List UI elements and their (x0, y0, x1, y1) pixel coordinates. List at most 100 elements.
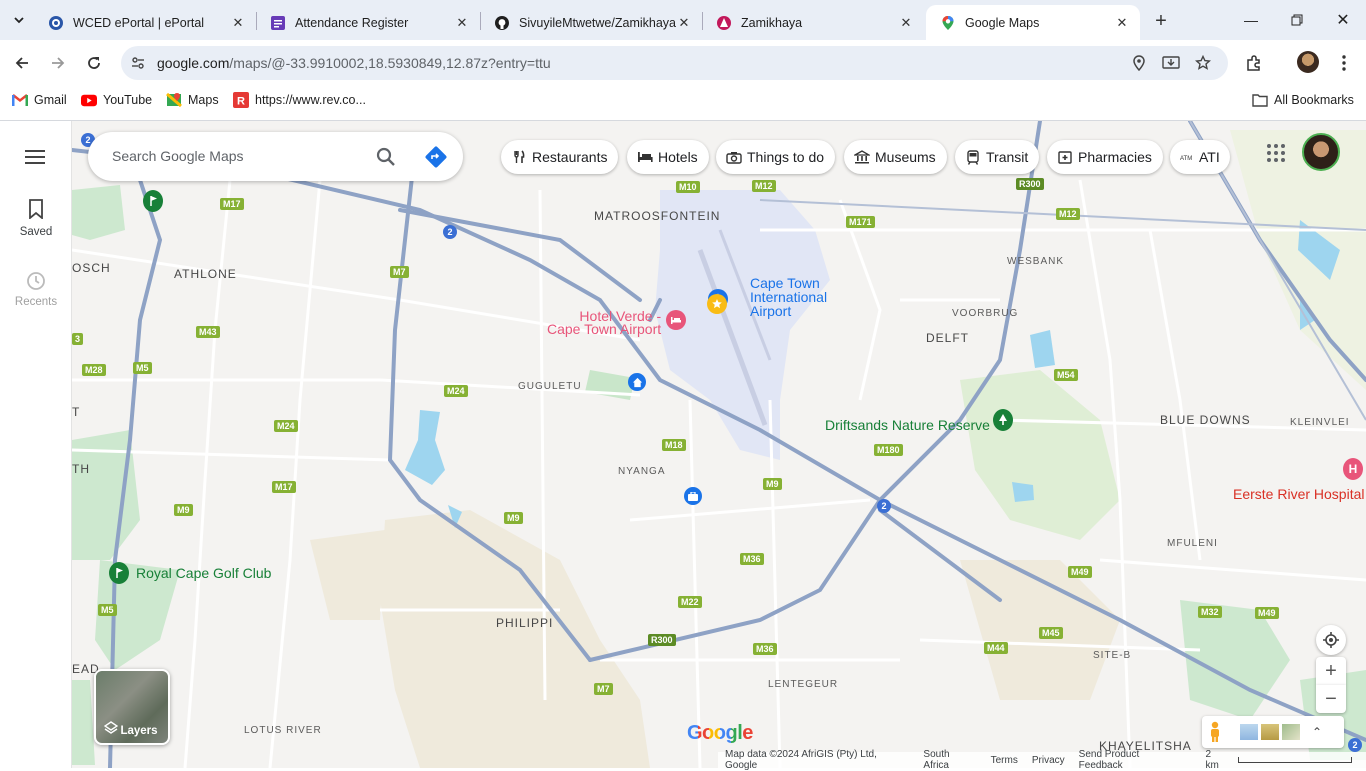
area-label: OSCH (72, 261, 111, 275)
chip-things-to-do[interactable]: Things to do (716, 140, 836, 174)
close-icon: ✕ (1336, 12, 1350, 29)
install-app-icon[interactable] (1162, 54, 1180, 72)
search-box[interactable]: Search Google Maps (88, 132, 463, 181)
chip-museums[interactable]: Museums (844, 140, 947, 174)
hotel-pin-icon[interactable] (666, 310, 686, 330)
search-icon[interactable] (374, 145, 398, 169)
hotel-label[interactable]: Hotel Verde - Cape Town Airport (547, 309, 661, 336)
terrain-thumbnail[interactable] (1240, 724, 1258, 740)
my-location-button[interactable] (1316, 625, 1346, 655)
bookmark-star-icon[interactable] (1194, 54, 1212, 72)
satellite-thumbnail[interactable] (1261, 724, 1279, 740)
museum-icon (854, 149, 870, 165)
area-label: MFULENI (1167, 538, 1218, 549)
tab-wced[interactable]: WCED ePortal | ePortal ✕ (34, 5, 256, 40)
bookmark-icon (29, 199, 43, 220)
area-label: PHILIPPI (496, 616, 554, 630)
minus-icon: − (1325, 687, 1337, 710)
tab-zamikhaya[interactable]: Zamikhaya ✕ (702, 5, 924, 40)
golf-pin-icon[interactable] (143, 190, 163, 212)
close-icon[interactable]: ✕ (230, 15, 246, 31)
pegman-icon[interactable] (1208, 721, 1222, 743)
restore-button[interactable] (1274, 0, 1320, 40)
driftsands-label[interactable]: Driftsands Nature Reserve (825, 417, 990, 433)
route-shield: M28 (82, 364, 106, 376)
address-bar[interactable]: google.com/maps/@-33.9910002,18.5930849,… (121, 46, 1228, 80)
bookmark-maps[interactable]: Maps (166, 91, 219, 109)
tab-title: WCED ePortal | ePortal (73, 15, 205, 30)
extensions-icon[interactable] (1243, 52, 1265, 74)
chip-label: Hotels (658, 149, 698, 165)
search-input[interactable]: Search Google Maps (112, 148, 244, 164)
chip-pharmacies[interactable]: Pharmacies (1047, 140, 1163, 174)
google-logo: Google (687, 722, 753, 745)
zoom-in-button[interactable]: + (1316, 657, 1346, 685)
map-footer: Map data ©2024 AfriGIS (Pty) Ltd, Google… (718, 749, 1366, 771)
route-shield: M36 (740, 553, 764, 565)
airport-label[interactable]: Cape Town International Airport (750, 276, 827, 318)
browser-toolbar: google.com/maps/@-33.9910002,18.5930849,… (0, 40, 1366, 86)
chip-hotels[interactable]: Hotels (627, 140, 709, 174)
layers-button[interactable]: Layers (94, 669, 170, 745)
route-shield: M43 (196, 326, 220, 338)
rev-icon: R (233, 92, 249, 108)
back-button[interactable] (8, 49, 36, 77)
close-icon[interactable]: ✕ (898, 15, 914, 31)
saved-button[interactable]: Saved (0, 199, 72, 238)
airport-label-line: Airport (750, 303, 792, 319)
directions-icon[interactable] (424, 145, 448, 169)
terms-link[interactable]: Terms (991, 755, 1018, 766)
svg-text:ATM: ATM (1180, 156, 1192, 161)
google-apps-icon[interactable] (1266, 143, 1286, 163)
profile-avatar[interactable] (1297, 51, 1319, 73)
privacy-link[interactable]: Privacy (1032, 755, 1065, 766)
chip-label: Restaurants (532, 149, 608, 165)
all-bookmarks[interactable]: All Bookmarks (1252, 91, 1354, 109)
tab-search-button[interactable] (6, 7, 32, 33)
bookmark-youtube[interactable]: YouTube (81, 91, 152, 109)
tab-google-maps[interactable]: Google Maps ✕ (926, 5, 1140, 40)
close-window-button[interactable]: ✕ (1320, 0, 1366, 40)
traffic-thumbnail[interactable] (1282, 724, 1300, 740)
location-icon[interactable] (1130, 54, 1148, 72)
golf-pin-icon[interactable] (109, 562, 129, 584)
site-info-icon[interactable] (130, 55, 146, 71)
recents-button[interactable]: Recents (0, 271, 72, 308)
nature-reserve-pin-icon[interactable] (993, 409, 1013, 431)
hospital-label[interactable]: Eerste River Hospital (1233, 487, 1365, 501)
reload-button[interactable] (80, 49, 108, 77)
atm-icon: ATM (1180, 149, 1194, 165)
maps-icon (166, 92, 182, 108)
zoom-out-button[interactable]: − (1316, 685, 1346, 713)
forward-button[interactable] (44, 49, 72, 77)
layers-label: Layers (120, 725, 158, 737)
bookmark-label: YouTube (103, 93, 153, 107)
tab-github[interactable]: SivuyileMtwetwe/Zamikhaya ✕ (480, 5, 702, 40)
close-icon[interactable]: ✕ (676, 15, 692, 31)
account-avatar[interactable] (1302, 133, 1340, 171)
hospital-pin-icon[interactable]: H (1343, 458, 1363, 480)
chip-transit[interactable]: Transit (955, 140, 1040, 174)
area-label: TH (72, 462, 90, 476)
golf-club-label[interactable]: Royal Cape Golf Club (136, 565, 271, 581)
svg-text:R: R (237, 96, 245, 108)
expand-icon[interactable]: ⌃ (1312, 725, 1322, 739)
starred-place-icon[interactable] (707, 294, 727, 314)
bookmark-rev[interactable]: R https://www.rev.co... (233, 91, 366, 109)
bookmark-label: Gmail (34, 93, 67, 107)
close-icon[interactable]: ✕ (1114, 15, 1130, 31)
gmail-icon (12, 92, 28, 108)
home-pin-icon[interactable] (628, 373, 646, 391)
briefcase-pin-icon[interactable] (684, 487, 702, 505)
tab-attendance[interactable]: Attendance Register ✕ (256, 5, 480, 40)
bookmark-gmail[interactable]: Gmail (12, 91, 67, 109)
menu-icon[interactable] (25, 150, 45, 164)
new-tab-button[interactable]: + (1148, 8, 1174, 34)
close-icon[interactable]: ✕ (454, 15, 470, 31)
minimize-button[interactable]: — (1228, 0, 1274, 40)
chip-restaurants[interactable]: Restaurants (501, 140, 619, 174)
more-menu-icon[interactable] (1333, 52, 1355, 74)
chip-atms[interactable]: ATM ATI (1170, 140, 1230, 174)
map-type-bar: ⌃ (1202, 716, 1344, 748)
map-canvas[interactable]: MATROOSFONTEIN ATHLONE OSCH WESBANK VOOR… (72, 121, 1366, 768)
